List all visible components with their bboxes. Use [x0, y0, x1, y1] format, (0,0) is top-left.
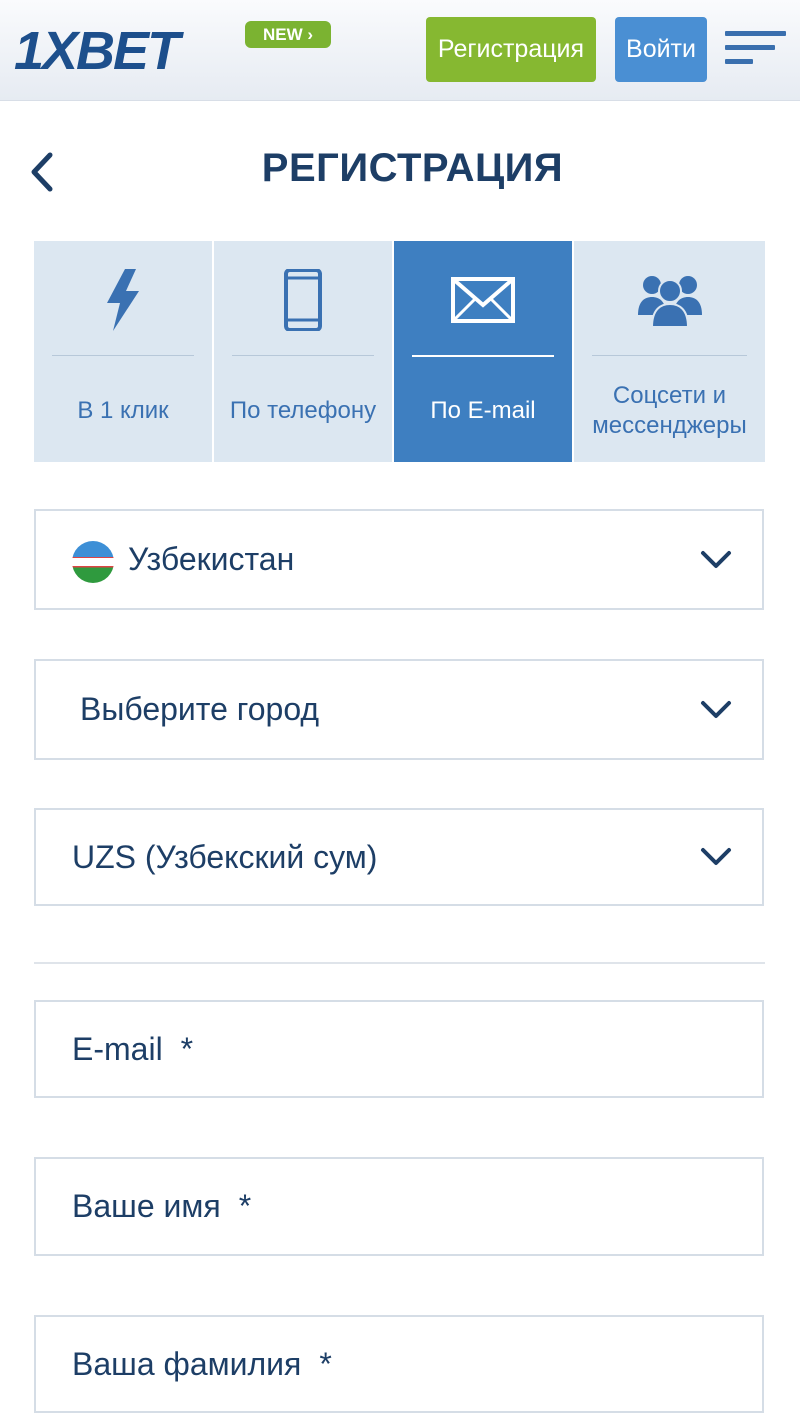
hamburger-menu-icon[interactable] — [725, 31, 787, 72]
tab-separator — [592, 355, 747, 356]
email-placeholder: E-mail * — [72, 1030, 194, 1067]
header-register-button[interactable]: Регистрация — [426, 17, 596, 82]
tab-label: В 1 клик — [77, 397, 169, 424]
tab-by-phone[interactable]: По телефону — [214, 241, 392, 462]
uzbekistan-flag-icon — [72, 541, 114, 583]
tab-label: Соцсети и мессенджеры — [592, 382, 747, 439]
first-name-placeholder: Ваше имя * — [72, 1188, 252, 1224]
tab-one-click[interactable]: В 1 клик — [34, 241, 212, 462]
tab-label: По E-mail — [430, 397, 536, 424]
page-title: РЕГИСТРАЦИЯ — [261, 146, 564, 190]
city-placeholder: Выберите город — [80, 691, 320, 727]
currency-value: UZS (Узбекский сум) — [72, 838, 378, 875]
group-icon — [574, 269, 765, 331]
phone-icon — [214, 269, 392, 331]
envelope-icon — [394, 269, 572, 331]
tab-separator — [52, 355, 194, 356]
tab-separator — [232, 355, 374, 356]
svg-text:1XBET: 1XBET — [14, 22, 184, 74]
required-mark: * — [180, 1030, 194, 1067]
first-name-field[interactable]: Ваше имя * — [34, 1157, 764, 1256]
country-select[interactable]: Узбекистан — [34, 509, 764, 610]
tab-label: По телефону — [229, 397, 377, 424]
section-divider — [34, 962, 765, 964]
currency-select[interactable]: UZS (Узбекский сум) — [34, 808, 764, 906]
registration-method-tabs: В 1 клик По телефону По E-mail Соцсети и… — [34, 241, 765, 462]
required-mark: * — [319, 1345, 332, 1382]
tab-by-email[interactable]: По E-mail — [394, 241, 572, 462]
chevron-down-icon — [700, 511, 732, 608]
chevron-down-icon — [700, 661, 732, 758]
top-header: 1XBET NEW › Регистрация Войти — [0, 0, 800, 101]
last-name-placeholder: Ваша фамилия * — [72, 1345, 332, 1382]
email-field[interactable]: E-mail * — [34, 1000, 764, 1098]
lightning-icon — [34, 269, 212, 331]
brand-logo[interactable]: 1XBET — [14, 21, 224, 81]
country-value: Узбекистан — [128, 541, 295, 577]
city-select[interactable]: Выберите город — [34, 659, 764, 760]
last-name-field[interactable]: Ваша фамилия * — [34, 1315, 764, 1413]
new-badge[interactable]: NEW › — [245, 21, 331, 48]
tab-social-messengers[interactable]: Соцсети и мессенджеры — [574, 241, 765, 462]
required-mark: * — [238, 1188, 252, 1224]
header-login-button[interactable]: Войти — [615, 17, 707, 82]
tab-separator — [412, 355, 554, 357]
chevron-down-icon — [700, 810, 732, 904]
